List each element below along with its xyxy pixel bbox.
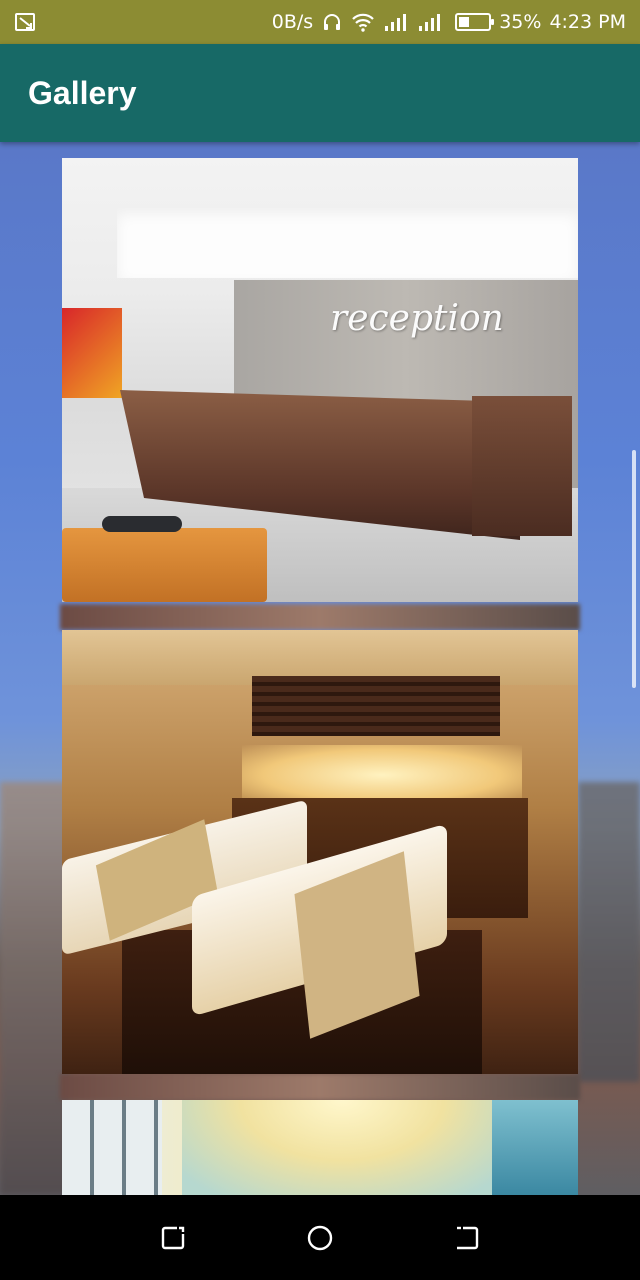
reception-sign: reception xyxy=(330,298,504,339)
reception-desk-side xyxy=(472,396,572,536)
home-button[interactable] xyxy=(297,1215,343,1261)
gallery-image-lobby[interactable] xyxy=(62,1100,578,1195)
vent-grille xyxy=(252,676,500,736)
scrollbar[interactable] xyxy=(632,450,636,688)
background-strip xyxy=(60,604,580,630)
screencast-icon xyxy=(14,11,36,33)
gallery-scroll-area[interactable]: reception xyxy=(0,142,640,1195)
headphones-icon xyxy=(321,11,343,33)
background-strip xyxy=(60,1074,580,1100)
battery-percent: 35% xyxy=(499,11,542,33)
gallery-image-reception[interactable]: reception xyxy=(62,158,578,602)
status-bar: 0B/s 35% 4:23 PM xyxy=(0,0,640,44)
navigation-bar xyxy=(0,1195,640,1280)
light-glow xyxy=(242,745,522,805)
home-icon xyxy=(307,1225,333,1250)
battery-level xyxy=(459,17,470,27)
status-right: 0B/s 35% 4:23 PM xyxy=(272,11,626,33)
back-button[interactable] xyxy=(444,1215,490,1261)
ceiling-light xyxy=(182,1100,502,1195)
wifi-icon xyxy=(351,12,375,32)
status-left xyxy=(14,11,36,33)
water-feature xyxy=(492,1100,578,1195)
signal-icon xyxy=(383,12,409,32)
recent-apps-button[interactable] xyxy=(150,1215,196,1261)
app-bar: Gallery xyxy=(0,44,640,142)
background-building xyxy=(578,782,640,1082)
gallery-image-spa-room[interactable] xyxy=(62,630,578,1074)
wall-art xyxy=(62,308,122,398)
ottoman-cushion xyxy=(102,516,182,532)
ottoman xyxy=(62,528,267,602)
signal-icon xyxy=(417,12,443,32)
page-title: Gallery xyxy=(28,74,137,111)
window xyxy=(62,1100,162,1195)
background-building xyxy=(0,782,70,1195)
data-rate: 0B/s xyxy=(271,11,314,33)
back-icon xyxy=(456,1226,478,1249)
clock: 4:23 PM xyxy=(549,11,626,33)
ceiling-panel xyxy=(117,208,578,278)
battery-icon xyxy=(455,13,495,31)
recent-apps-icon xyxy=(162,1226,185,1249)
